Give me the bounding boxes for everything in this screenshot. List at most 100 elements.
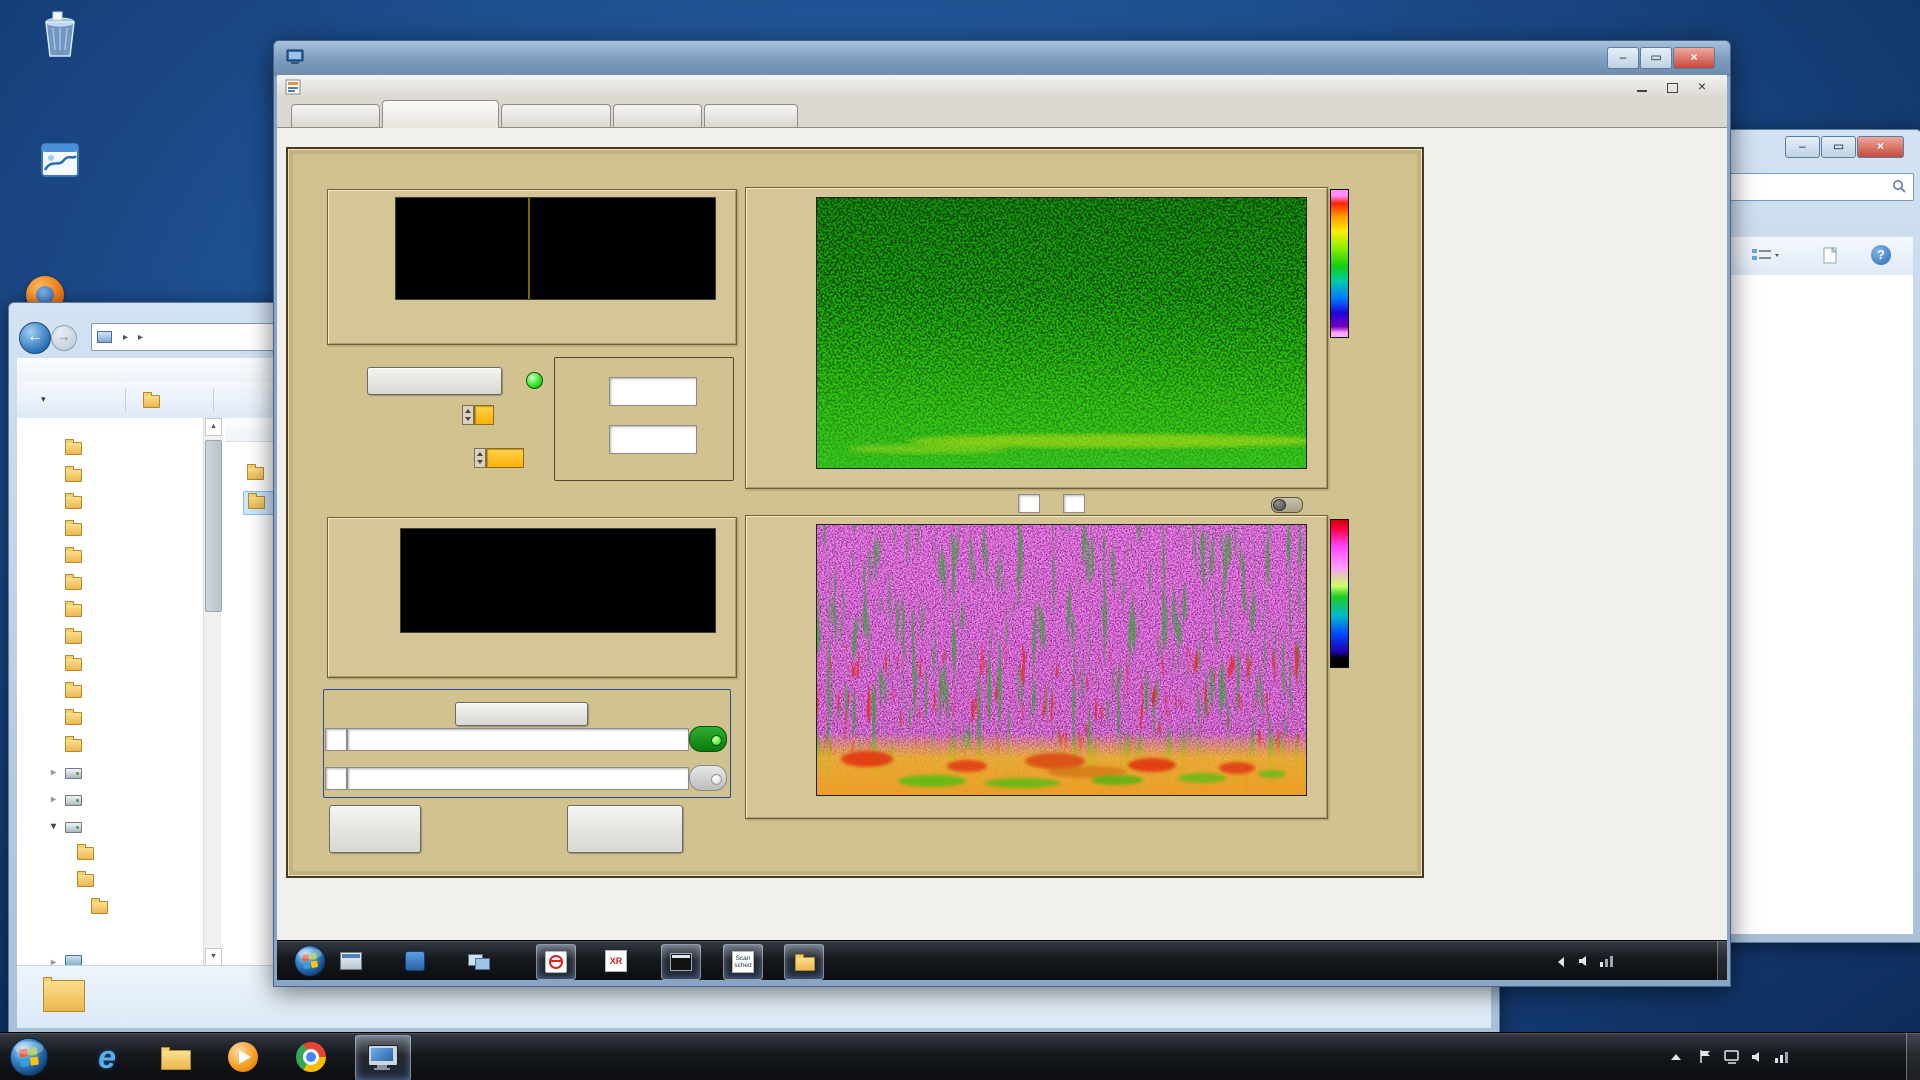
tab-scheduling[interactable] xyxy=(613,104,702,127)
tree-item-contents[interactable] xyxy=(19,896,221,920)
scrollbar-thumb[interactable] xyxy=(205,440,222,612)
back-button[interactable]: ← xyxy=(19,322,51,354)
maximize-button[interactable]: ▭ xyxy=(1821,136,1856,158)
tray-expand-button[interactable] xyxy=(1664,1046,1688,1068)
az-display[interactable] xyxy=(609,377,697,406)
rays-spinner[interactable] xyxy=(462,405,474,425)
tree-item-edgeport-driver[interactable] xyxy=(19,491,221,515)
close-button[interactable]: × xyxy=(1857,136,1904,158)
remote-tray-expand-icon[interactable] xyxy=(1558,957,1564,967)
preview-pane-button[interactable] xyxy=(1823,247,1839,265)
tree-item-dell[interactable] xyxy=(19,437,221,461)
tree-item-tools[interactable] xyxy=(19,680,221,704)
remote-tray-network-icon[interactable] xyxy=(1599,954,1614,968)
remote-tray-volume-icon[interactable] xyxy=(1577,954,1592,968)
folder-icon xyxy=(65,496,82,509)
tree-item-windows[interactable] xyxy=(19,734,221,758)
show-desktop-button[interactable] xyxy=(1906,1033,1920,1080)
remote-desktop: × xyxy=(277,75,1727,980)
taskbar-ie[interactable] xyxy=(81,1035,133,1079)
tree-item-drivers[interactable] xyxy=(19,464,221,488)
tree-item-users[interactable] xyxy=(19,707,221,731)
remote-taskbar-folder[interactable] xyxy=(784,944,824,980)
tab-temp-humidity[interactable] xyxy=(501,104,611,127)
tree-item-elements-e[interactable] xyxy=(19,788,221,812)
tree-item-data-d[interactable] xyxy=(19,761,221,785)
tree-item-intel[interactable] xyxy=(19,518,221,542)
chevron-expanded-icon[interactable] xyxy=(51,818,56,832)
raw-drive-select[interactable] xyxy=(325,767,347,790)
snr-threshold-input[interactable] xyxy=(486,448,524,468)
tree-item-temp[interactable] xyxy=(19,653,221,677)
tab-real-time-data[interactable] xyxy=(382,100,499,128)
vi-close-button[interactable]: × xyxy=(1689,78,1715,95)
tree-item-program-files-x86[interactable] xyxy=(19,599,221,623)
tree-item-lacie-g[interactable] xyxy=(19,815,221,839)
tree-item-program-files[interactable] xyxy=(19,572,221,596)
remote-taskbar-xr-app[interactable] xyxy=(597,944,635,978)
tray-network-icon[interactable] xyxy=(1774,1050,1789,1064)
raw-logging-toggle[interactable] xyxy=(689,765,727,791)
remote-taskbar-app-3[interactable] xyxy=(460,944,498,978)
rdp-titlebar[interactable]: – ▭ × xyxy=(274,41,1730,76)
chevron-collapsed-icon[interactable] xyxy=(51,954,56,965)
organize-button[interactable] xyxy=(41,391,46,405)
remote-taskbar-app-1[interactable] xyxy=(332,944,370,978)
taskbar-chrome[interactable] xyxy=(285,1035,337,1079)
remote-taskbar-scan-scheduler[interactable] xyxy=(723,944,763,980)
tray-action-center-icon[interactable] xyxy=(1698,1049,1713,1064)
tree-scrollbar[interactable]: ▲ ▼ xyxy=(203,418,221,965)
tab-system-setup[interactable] xyxy=(291,104,380,127)
restart-processed-file-button[interactable] xyxy=(455,702,588,726)
remote-taskbar-terminal[interactable] xyxy=(661,944,701,980)
forward-button[interactable]: → xyxy=(51,325,77,351)
tree-item-network[interactable] xyxy=(19,951,221,965)
remote-taskbar-app-2[interactable] xyxy=(396,944,434,978)
folder-icon xyxy=(65,523,82,536)
vi-minimize-button[interactable] xyxy=(1629,79,1655,96)
vi-titlebar[interactable]: × xyxy=(277,75,1727,101)
tree-item-start-here-mac[interactable] xyxy=(19,869,221,893)
el-display[interactable] xyxy=(609,425,697,454)
start-button[interactable] xyxy=(8,1036,50,1078)
tree-item-perflogs[interactable] xyxy=(19,545,221,569)
remote-taskbar-stop-app[interactable] xyxy=(536,944,576,980)
snr-spinner[interactable] xyxy=(474,448,486,468)
ascope-plot xyxy=(395,197,716,300)
tray-volume-icon[interactable] xyxy=(1750,1050,1765,1064)
help-button[interactable]: ? xyxy=(1871,245,1891,265)
minimize-button[interactable]: – xyxy=(1607,47,1639,69)
tab-wind-profile[interactable] xyxy=(704,104,798,127)
taskbar-rdp[interactable] xyxy=(355,1035,411,1080)
chevron-collapsed-icon[interactable] xyxy=(51,791,56,805)
scrollbar-up-button[interactable]: ▲ xyxy=(205,418,222,436)
minimize-button[interactable]: – xyxy=(1785,136,1820,158)
scrollbar-down-button[interactable]: ▼ xyxy=(205,948,222,966)
tree-item-recovery[interactable] xyxy=(19,626,221,650)
change-lidar-settings-button[interactable] xyxy=(567,805,683,853)
average-number-input[interactable] xyxy=(1018,494,1040,513)
tray-display-icon[interactable] xyxy=(1724,1050,1740,1064)
raw-path-input[interactable] xyxy=(347,767,689,790)
close-button[interactable]: × xyxy=(1673,47,1715,69)
average-count-input[interactable] xyxy=(1063,494,1085,513)
processed-drive-select[interactable] xyxy=(325,728,347,751)
folder-icon xyxy=(248,496,265,509)
vi-restore-button[interactable] xyxy=(1659,79,1685,96)
stop-software-button[interactable] xyxy=(329,805,421,853)
maximize-button[interactable]: ▭ xyxy=(1640,47,1672,69)
taskbar-explorer[interactable] xyxy=(149,1035,201,1079)
processed-logging-toggle[interactable] xyxy=(689,726,727,752)
search-input[interactable] xyxy=(1730,173,1914,201)
taskbar-wmp[interactable] xyxy=(217,1035,269,1079)
views-button[interactable] xyxy=(1751,247,1781,265)
renew-background-button[interactable] xyxy=(367,367,502,395)
remote-show-desktop-button[interactable] xyxy=(1717,941,1727,980)
folder-icon xyxy=(77,847,94,860)
remote-start-button[interactable] xyxy=(293,944,327,978)
rays-in-background-input[interactable] xyxy=(474,405,494,425)
backscatter-toggle[interactable] xyxy=(1271,497,1303,513)
tree-item-data[interactable] xyxy=(19,842,221,866)
chevron-collapsed-icon[interactable] xyxy=(51,764,56,778)
processed-path-input[interactable] xyxy=(347,728,689,751)
